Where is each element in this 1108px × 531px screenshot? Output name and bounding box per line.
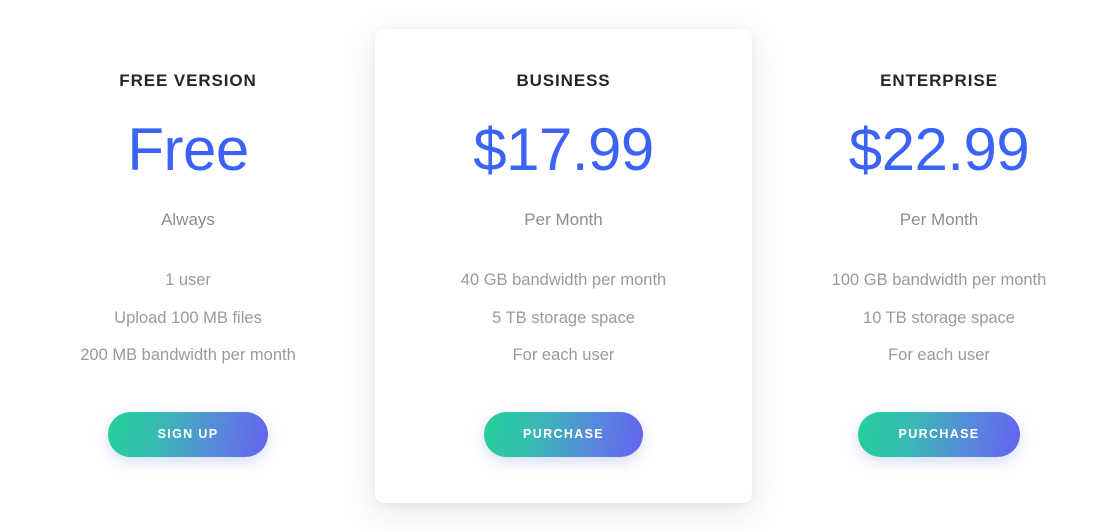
plan-period: Per Month	[524, 210, 603, 229]
plan-feature-list: 40 GB bandwidth per month 5 TB storage s…	[375, 228, 752, 364]
plan-period: Per Month	[899, 210, 979, 229]
feature-item: Upload 100 MB files	[114, 308, 262, 327]
plan-period: Always	[161, 210, 215, 229]
feature-item: 100 GB bandwidth per month	[831, 271, 1047, 289]
plan-price: $22.99	[848, 116, 1030, 183]
feature-item: For each user	[888, 346, 990, 364]
plan-name: BUSINESS	[516, 71, 611, 90]
pricing-plan-business: BUSINESS $17.99 Per Month 40 GB bandwidt…	[375, 29, 752, 503]
feature-item: 1 user	[165, 271, 211, 289]
feature-item: 40 GB bandwidth per month	[460, 271, 667, 289]
feature-item: 10 TB storage space	[863, 308, 1015, 327]
plan-price: $17.99	[473, 116, 654, 183]
feature-item: For each user	[512, 346, 615, 364]
pricing-table: FREE VERSION Free Always 1 user Upload 1…	[0, 0, 1108, 531]
plan-name: FREE VERSION	[119, 71, 257, 90]
pricing-plan-enterprise: ENTERPRISE $22.99 Per Month 100 GB bandw…	[799, 0, 1079, 457]
plan-price: Free	[127, 116, 249, 183]
plan-feature-list: 100 GB bandwidth per month 10 TB storage…	[799, 228, 1079, 364]
plan-name: ENTERPRISE	[880, 71, 998, 90]
feature-item: 5 TB storage space	[492, 308, 635, 327]
plan-feature-list: 1 user Upload 100 MB files 200 MB bandwi…	[48, 228, 328, 364]
purchase-button[interactable]: PURCHASE	[484, 411, 643, 457]
pricing-plan-free: FREE VERSION Free Always 1 user Upload 1…	[48, 0, 328, 457]
purchase-button[interactable]: PURCHASE	[858, 411, 1020, 457]
feature-item: 200 MB bandwidth per month	[80, 346, 296, 364]
sign-up-button[interactable]: SIGN UP	[108, 411, 268, 457]
